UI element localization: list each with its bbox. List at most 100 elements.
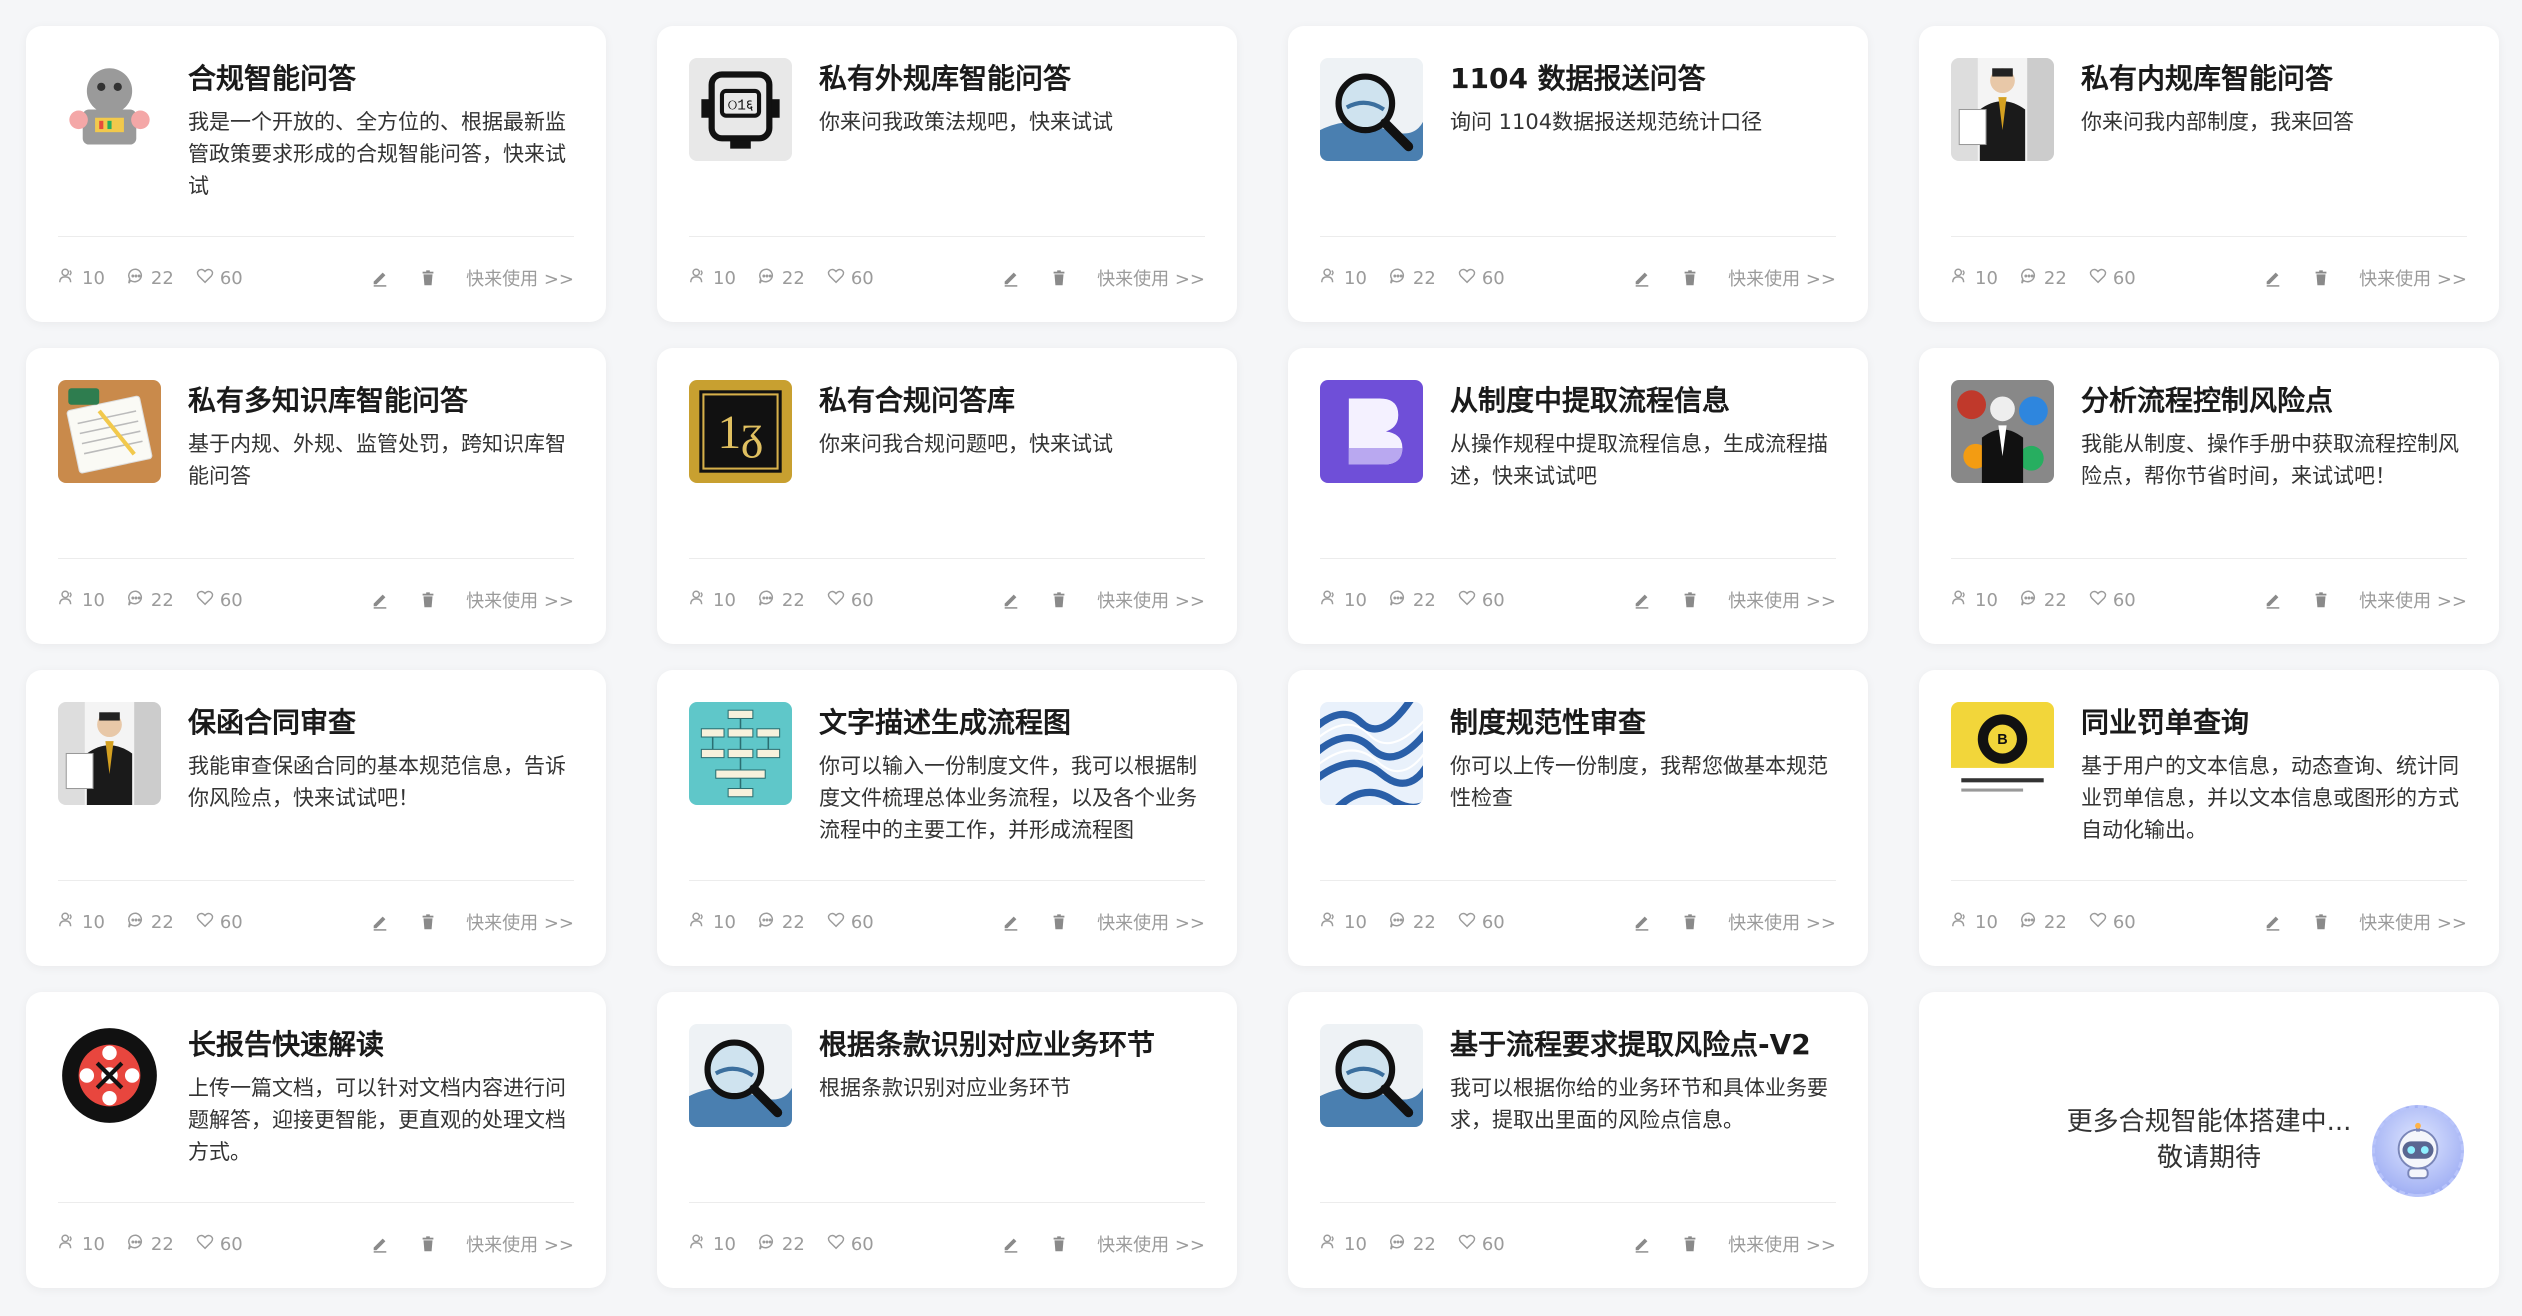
use-now-link[interactable]: 快来使用 >> xyxy=(2359,587,2467,613)
likes-stat[interactable]: 60 xyxy=(196,1233,243,1256)
likes-stat[interactable]: 60 xyxy=(1458,911,1505,934)
comments-count: 22 xyxy=(781,1233,805,1255)
agent-card[interactable]: ଠ1६ 私有外规库智能问答 你来问我政策法规吧，快来试试 10 22 60 快来… xyxy=(657,26,1237,322)
use-now-link[interactable]: 快来使用 >> xyxy=(466,909,574,935)
heart-icon[interactable] xyxy=(2089,589,2113,612)
likes-stat[interactable]: 60 xyxy=(1458,1233,1505,1256)
edit-icon[interactable] xyxy=(370,268,390,288)
delete-icon[interactable] xyxy=(1049,590,1069,610)
users-stat: 10 xyxy=(689,1233,736,1256)
agent-card[interactable]: 私有多知识库智能问答 基于内规、外规、监管处罚，跨知识库智能问答 10 22 6… xyxy=(26,348,606,644)
edit-icon[interactable] xyxy=(2263,912,2283,932)
heart-icon[interactable] xyxy=(827,911,851,934)
use-now-link[interactable]: 快来使用 >> xyxy=(466,587,574,613)
edit-icon[interactable] xyxy=(2263,590,2283,610)
heart-icon[interactable] xyxy=(2089,911,2113,934)
b-logo-icon xyxy=(1320,380,1423,483)
delete-icon[interactable] xyxy=(1049,268,1069,288)
use-now-link[interactable]: 快来使用 >> xyxy=(1097,265,1205,291)
delete-icon[interactable] xyxy=(418,912,438,932)
agent-card[interactable]: 1ᵹ 私有合规问答库 你来问我合规问题吧，快来试试 10 22 60 快来使用 … xyxy=(657,348,1237,644)
heart-icon[interactable] xyxy=(827,267,851,290)
heart-icon[interactable] xyxy=(1458,911,1482,934)
card-title: 1104 数据报送问答 xyxy=(1450,62,1706,95)
edit-icon[interactable] xyxy=(1632,590,1652,610)
agent-card[interactable]: 私有内规库智能问答 你来问我内部制度，我来回答 10 22 60 快来使用 >> xyxy=(1919,26,2499,322)
heart-icon[interactable] xyxy=(827,589,851,612)
edit-icon[interactable] xyxy=(370,590,390,610)
edit-icon[interactable] xyxy=(1632,1234,1652,1254)
agent-card[interactable]: 从制度中提取流程信息 从操作规程中提取流程信息，生成流程描述，快来试试吧 10 … xyxy=(1288,348,1868,644)
edit-icon[interactable] xyxy=(370,912,390,932)
likes-stat[interactable]: 60 xyxy=(2089,911,2136,934)
heart-icon[interactable] xyxy=(1458,589,1482,612)
use-now-link[interactable]: 快来使用 >> xyxy=(1728,909,1836,935)
delete-icon[interactable] xyxy=(1680,590,1700,610)
delete-icon[interactable] xyxy=(418,268,438,288)
delete-icon[interactable] xyxy=(2311,268,2331,288)
agent-card[interactable]: 合规智能问答 我是一个开放的、全方位的、根据最新监管政策要求形成的合规智能问答，… xyxy=(26,26,606,322)
delete-icon[interactable] xyxy=(1680,268,1700,288)
likes-stat[interactable]: 60 xyxy=(827,589,874,612)
edit-icon[interactable] xyxy=(1001,1234,1021,1254)
likes-stat[interactable]: 60 xyxy=(827,1233,874,1256)
agent-card[interactable]: 1104 数据报送问答 询问 1104数据报送规范统计口径 10 22 60 快… xyxy=(1288,26,1868,322)
use-now-link[interactable]: 快来使用 >> xyxy=(1728,587,1836,613)
likes-stat[interactable]: 60 xyxy=(196,911,243,934)
likes-stat[interactable]: 60 xyxy=(2089,267,2136,290)
agent-card[interactable]: 文字描述生成流程图 你可以输入一份制度文件，我可以根据制度文件梳理总体业务流程，… xyxy=(657,670,1237,966)
delete-icon[interactable] xyxy=(418,590,438,610)
agent-card[interactable]: 基于流程要求提取风险点-V2 我可以根据你给的业务环节和具体业务要求，提取出里面… xyxy=(1288,992,1868,1288)
likes-stat[interactable]: 60 xyxy=(827,911,874,934)
likes-stat[interactable]: 60 xyxy=(196,589,243,612)
likes-stat[interactable]: 60 xyxy=(827,267,874,290)
use-now-link[interactable]: 快来使用 >> xyxy=(466,265,574,291)
heart-icon[interactable] xyxy=(196,911,220,934)
comments-count: 22 xyxy=(150,267,174,289)
edit-icon[interactable] xyxy=(1001,268,1021,288)
use-now-link[interactable]: 快来使用 >> xyxy=(1097,587,1205,613)
heart-icon[interactable] xyxy=(196,267,220,290)
delete-icon[interactable] xyxy=(1680,1234,1700,1254)
use-now-link[interactable]: 快来使用 >> xyxy=(2359,265,2467,291)
likes-stat[interactable]: 60 xyxy=(1458,267,1505,290)
delete-icon[interactable] xyxy=(1680,912,1700,932)
users-stat: 10 xyxy=(1320,589,1367,612)
likes-stat[interactable]: 60 xyxy=(2089,589,2136,612)
delete-icon[interactable] xyxy=(1049,912,1069,932)
use-now-link[interactable]: 快来使用 >> xyxy=(1728,1231,1836,1257)
heart-icon[interactable] xyxy=(2089,267,2113,290)
use-now-link[interactable]: 快来使用 >> xyxy=(1097,909,1205,935)
delete-icon[interactable] xyxy=(2311,590,2331,610)
delete-icon[interactable] xyxy=(2311,912,2331,932)
heart-icon[interactable] xyxy=(196,589,220,612)
agent-card[interactable]: 长报告快速解读 上传一篇文档，可以针对文档内容进行问题解答，迎接更智能，更直观的… xyxy=(26,992,606,1288)
delete-icon[interactable] xyxy=(1049,1234,1069,1254)
likes-stat[interactable]: 60 xyxy=(1458,589,1505,612)
heart-icon[interactable] xyxy=(1458,1233,1482,1256)
edit-icon[interactable] xyxy=(1001,590,1021,610)
agent-card[interactable]: 分析流程控制风险点 我能从制度、操作手册中获取流程控制风险点，帮你节省时间，来试… xyxy=(1919,348,2499,644)
use-now-link[interactable]: 快来使用 >> xyxy=(466,1231,574,1257)
agent-card[interactable]: 根据条款识别对应业务环节 根据条款识别对应业务环节 10 22 60 快来使用 … xyxy=(657,992,1237,1288)
agent-card[interactable]: 保函合同审查 我能审查保函合同的基本规范信息，告诉你风险点，快来试试吧！ 10 … xyxy=(26,670,606,966)
edit-icon[interactable] xyxy=(1632,268,1652,288)
edit-icon[interactable] xyxy=(1632,912,1652,932)
card-footer: 10 22 60 快来使用 >> xyxy=(1320,584,1836,616)
use-now-link[interactable]: 快来使用 >> xyxy=(2359,909,2467,935)
assistant-float-button[interactable] xyxy=(2372,1105,2464,1197)
heart-icon[interactable] xyxy=(827,1233,851,1256)
use-now-link[interactable]: 快来使用 >> xyxy=(1097,1231,1205,1257)
heart-icon[interactable] xyxy=(196,1233,220,1256)
card-divider xyxy=(58,1202,574,1203)
delete-icon[interactable] xyxy=(418,1234,438,1254)
edit-icon[interactable] xyxy=(370,1234,390,1254)
users-count: 10 xyxy=(1344,589,1367,611)
agent-card[interactable]: 制度规范性审查 你可以上传一份制度，我帮您做基本规范性检查 10 22 60 快… xyxy=(1288,670,1868,966)
heart-icon[interactable] xyxy=(1458,267,1482,290)
agent-card[interactable]: B 同业罚单查询 基于用户的文本信息，动态查询、统计同业罚单信息，并以文本信息或… xyxy=(1919,670,2499,966)
edit-icon[interactable] xyxy=(2263,268,2283,288)
edit-icon[interactable] xyxy=(1001,912,1021,932)
likes-stat[interactable]: 60 xyxy=(196,267,243,290)
use-now-link[interactable]: 快来使用 >> xyxy=(1728,265,1836,291)
